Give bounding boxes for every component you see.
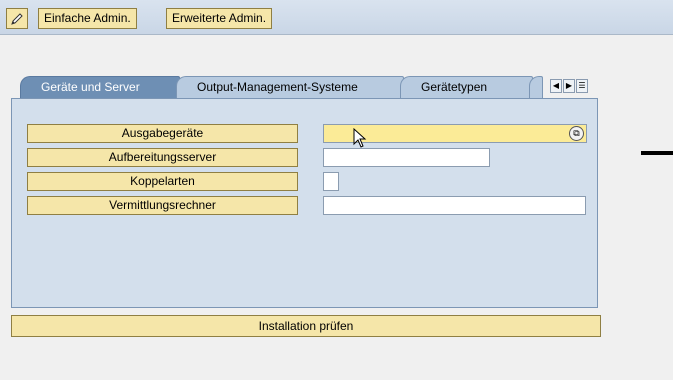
tab-devices-servers[interactable]: Geräte und Server bbox=[20, 76, 180, 98]
switching-computer-button[interactable]: Vermittlungsrechner bbox=[27, 196, 298, 215]
devices-servers-panel: Ausgabegeräte ⧉ Aufbereitungsserver Kopp… bbox=[11, 98, 598, 308]
preparation-server-button[interactable]: Aufbereitungsserver bbox=[27, 148, 298, 167]
application-toolbar: Einfache Admin. Erweiterte Admin. bbox=[0, 0, 673, 35]
output-devices-button[interactable]: Ausgabegeräte bbox=[27, 124, 298, 143]
tab-overflow[interactable] bbox=[529, 76, 543, 98]
check-installation-button[interactable]: Installation prüfen bbox=[11, 315, 601, 337]
tab-list-icon[interactable]: ☰ bbox=[576, 79, 588, 93]
mouse-cursor-icon bbox=[353, 128, 367, 148]
tab-device-types[interactable]: Gerätetypen bbox=[400, 76, 533, 98]
switching-computer-input[interactable] bbox=[323, 196, 586, 215]
coupling-types-button[interactable]: Koppelarten bbox=[27, 172, 298, 191]
tab-scroll-right-icon[interactable]: ▶ bbox=[563, 79, 575, 93]
tab-scroll-left-icon[interactable]: ◀ bbox=[550, 79, 562, 93]
preparation-server-input[interactable] bbox=[323, 148, 490, 167]
pencil-icon bbox=[11, 13, 23, 25]
extended-admin-button[interactable]: Erweiterte Admin. bbox=[166, 8, 273, 29]
tab-strip: Geräte und Server Output-Management-Syst… bbox=[10, 76, 614, 98]
divider-bar bbox=[641, 151, 673, 155]
tab-output-management-systems[interactable]: Output-Management-Systeme bbox=[176, 76, 404, 98]
simple-admin-button[interactable]: Einfache Admin. bbox=[38, 8, 137, 29]
value-help-icon[interactable]: ⧉ bbox=[569, 126, 584, 141]
edit-pencil-button[interactable] bbox=[6, 8, 28, 29]
coupling-types-input[interactable] bbox=[323, 172, 339, 191]
